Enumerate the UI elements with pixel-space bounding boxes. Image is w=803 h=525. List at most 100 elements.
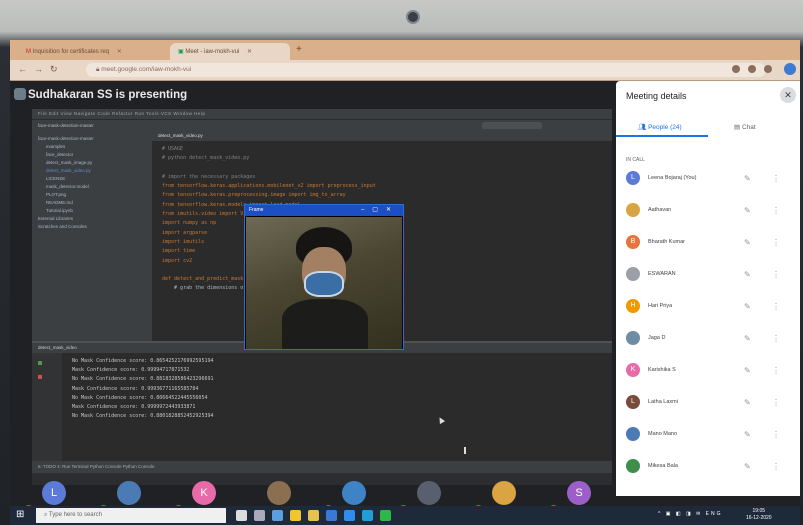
tile-avatar — [342, 481, 366, 505]
avatar: L — [626, 171, 640, 185]
task-view-icon[interactable] — [254, 510, 265, 521]
frame-title: Frame — [249, 207, 264, 213]
reload-icon[interactable]: ↻ — [50, 64, 58, 75]
project-tree-item[interactable]: face-mask-detection-master — [38, 135, 146, 143]
pycharm-icon[interactable] — [380, 510, 391, 521]
participant-name: Mano Mano — [648, 431, 678, 437]
participant-row[interactable]: Jaga D ✎ ⋮ — [626, 331, 794, 347]
console-line: No Mask Confidence score: 0.806645224455… — [72, 394, 208, 401]
project-tree-item[interactable]: detect_mask_image.py — [38, 159, 146, 167]
url-text: meet.google.com/iaw-mokh-vui — [101, 66, 192, 73]
back-icon[interactable]: ← — [18, 64, 27, 74]
chat-icon: ▤ — [734, 124, 742, 131]
new-tab-icon[interactable]: + — [296, 44, 302, 55]
participant-name: Aathavan — [648, 207, 672, 213]
more-options-icon[interactable]: ⋮ — [772, 174, 780, 183]
close-icon[interactable]: ✕ — [780, 87, 796, 103]
tile-avatar: L — [42, 481, 66, 505]
project-tree-item[interactable]: face_detector — [38, 151, 146, 159]
tab-chat-label: Chat — [741, 124, 756, 131]
tile-avatar — [492, 481, 516, 505]
participant-name: Karishika S — [648, 367, 676, 373]
chrome-icon[interactable] — [290, 510, 301, 521]
pin-icon[interactable]: ✎ — [744, 174, 751, 183]
participant-name: Bharath Kumar — [648, 239, 685, 245]
more-options-icon[interactable]: ⋮ — [772, 334, 780, 343]
camera-icon[interactable] — [732, 65, 740, 73]
participant-row[interactable]: Mikesa Bala ✎ ⋮ — [626, 459, 794, 475]
console-line: No Mask Confidence score: 0.881832858642… — [72, 376, 214, 383]
pin-icon[interactable]: ✎ — [744, 270, 751, 279]
participant-row[interactable]: Aathavan ✎ ⋮ — [626, 203, 794, 219]
more-options-icon[interactable]: ⋮ — [772, 430, 780, 439]
gmail-icon: M — [26, 49, 31, 55]
more-options-icon[interactable]: ⋮ — [772, 270, 780, 279]
participant-name: Latha Laxmi — [648, 399, 678, 405]
presentation-icon — [14, 88, 26, 100]
pin-icon[interactable]: ✎ — [744, 334, 751, 343]
tile-avatar: K — [192, 481, 216, 505]
project-tree-item[interactable]: LICENSE — [38, 175, 146, 183]
profile-avatar[interactable] — [784, 63, 796, 75]
participant-row[interactable]: H Hari Priya ✎ ⋮ — [626, 299, 794, 315]
pin-icon[interactable]: ✎ — [744, 398, 751, 407]
teams-icon[interactable] — [272, 510, 283, 521]
avatar: L — [626, 395, 640, 409]
project-tree-item[interactable]: detect_mask_video.py — [38, 167, 146, 175]
participant-row[interactable]: Mano Mano ✎ ⋮ — [626, 427, 794, 443]
pin-icon[interactable]: ✎ — [744, 366, 751, 375]
cortana-icon[interactable] — [236, 510, 247, 521]
participant-row[interactable]: L Latha Laxmi ✎ ⋮ — [626, 395, 794, 411]
tab-meet[interactable]: ▣ Meet - iaw-mokh-vui ✕ — [170, 43, 290, 60]
pin-icon[interactable]: ✎ — [744, 206, 751, 215]
tab-label: Meet - iaw-mokh-vui — [185, 49, 240, 55]
avatar: H — [626, 299, 640, 313]
more-options-icon[interactable]: ⋮ — [772, 302, 780, 311]
project-tree-item[interactable]: PLOT.png — [38, 191, 146, 199]
participant-row[interactable]: L Leena Bojaraj (You) ✎ ⋮ — [626, 171, 794, 187]
url-field[interactable]: 🔒︎ meet.google.com/iaw-mokh-vui — [86, 63, 766, 77]
run-config-select — [482, 122, 542, 129]
avatar — [626, 427, 640, 441]
more-options-icon[interactable]: ⋮ — [772, 206, 780, 215]
participant-row[interactable]: B Bharath Kumar ✎ ⋮ — [626, 235, 794, 251]
more-options-icon[interactable]: ⋮ — [772, 462, 780, 471]
pin-icon[interactable]: ✎ — [744, 462, 751, 471]
more-options-icon[interactable]: ⋮ — [772, 398, 780, 407]
taskbar-search[interactable]: ⌕ Type here to search — [36, 508, 226, 523]
forward-icon[interactable]: → — [34, 64, 43, 74]
project-tree-item[interactable]: Scratches and Consoles — [38, 223, 146, 231]
store-icon[interactable] — [326, 510, 337, 521]
clock-time: 19:05 — [752, 508, 766, 514]
more-options-icon[interactable]: ⋮ — [772, 238, 780, 247]
more-options-icon[interactable]: ⋮ — [772, 366, 780, 375]
mail-icon[interactable] — [344, 510, 355, 521]
close-icon[interactable]: ✕ — [247, 49, 252, 55]
ide-toolbar: face-mask-detection-master — [32, 119, 612, 131]
project-tree-item[interactable]: examples — [38, 143, 146, 151]
star-icon[interactable] — [748, 65, 756, 73]
project-tree-item[interactable]: README.md — [38, 199, 146, 207]
project-tree-item[interactable]: mask_detector.model — [38, 183, 146, 191]
tab-gmail[interactable]: M Inquisition for certificates req ✕ — [18, 43, 168, 60]
tab-chat[interactable]: ▤ Chat — [734, 123, 756, 131]
tab-people-label: People (24) — [648, 124, 682, 131]
ide-status-bar: 6: TODO 4: Run Terminal Python Console P… — [32, 461, 612, 473]
pin-icon[interactable]: ✎ — [744, 238, 751, 247]
file-explorer-icon[interactable] — [308, 510, 319, 521]
frame-window: Frame –▢✕ — [244, 204, 404, 350]
tab-people[interactable]: 👥︎ People (24) — [638, 123, 682, 131]
console-line: No Mask Confidence score: 0.880182885245… — [72, 413, 214, 420]
edge-icon[interactable] — [362, 510, 373, 521]
pin-icon[interactable]: ✎ — [744, 302, 751, 311]
participant-row[interactable]: K Karishika S ✎ ⋮ — [626, 363, 794, 379]
windows-start-icon[interactable]: ⊞ — [16, 509, 30, 522]
close-icon[interactable]: ✕ — [117, 49, 122, 55]
participant-row[interactable]: ESWARAN ✎ ⋮ — [626, 267, 794, 283]
project-tree-item[interactable]: Tutorial.ipynb — [38, 207, 146, 215]
pin-icon[interactable]: ✎ — [744, 430, 751, 439]
extension-icon[interactable] — [764, 65, 772, 73]
project-tree-item[interactable]: External Libraries — [38, 215, 146, 223]
windows-taskbar: ⊞ ⌕ Type here to search ^ ▣ ◧ ◨ ✉ ENG 19… — [10, 506, 800, 525]
code-line: from tensorflow.keras.applications.mobil… — [162, 183, 376, 190]
